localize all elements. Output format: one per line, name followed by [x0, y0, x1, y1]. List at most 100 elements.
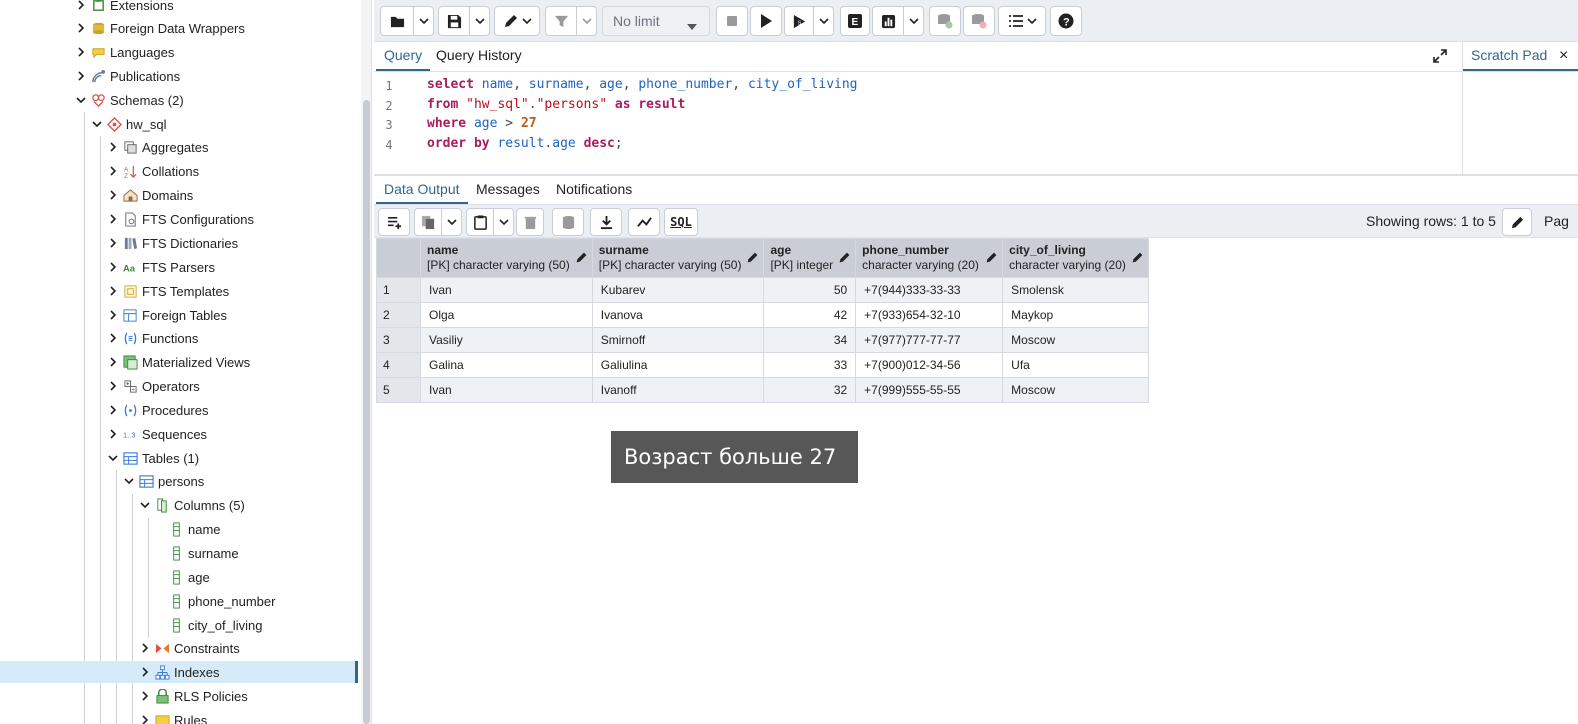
chevron-right-icon[interactable] [106, 375, 120, 397]
table-row[interactable]: 5 Ivan Ivanoff 32 +7(999)555-55-55 Mosco… [376, 377, 1150, 403]
tree-item-constraints[interactable]: Constraints [0, 637, 358, 659]
tab-query-history[interactable]: Query History [428, 42, 530, 71]
cell-name[interactable]: Ivan [420, 377, 593, 403]
filter-icon[interactable] [546, 7, 576, 35]
explain-analyze-button[interactable] [872, 6, 924, 36]
cell-phone-number[interactable]: +7(900)012-34-56 [855, 352, 1004, 378]
sql-editor[interactable]: 1 2 3 4 select name, surname, age, phone… [374, 72, 1462, 174]
column-header-name[interactable]: name [PK] character varying (50) [420, 238, 593, 278]
macros-button[interactable] [998, 6, 1046, 36]
tree-item-rls-policies[interactable]: RLS Policies [0, 685, 358, 707]
column-header-city-of-living[interactable]: city_of_living character varying (20) [1002, 238, 1150, 278]
scrollbar-thumb[interactable] [363, 100, 370, 724]
cell-city-of-living[interactable]: Moscow [1002, 377, 1150, 403]
delete-button[interactable] [516, 208, 544, 236]
row-number[interactable]: 1 [376, 277, 421, 303]
column-header-surname[interactable]: surname [PK] character varying (50) [591, 238, 765, 278]
tab-scratch-pad[interactable]: Scratch Pad × [1463, 42, 1578, 71]
tree-item-procedures[interactable]: Procedures [0, 399, 358, 421]
explain-analyze-icon[interactable] [873, 7, 903, 35]
tree-item-fts-templates[interactable]: FTS Templates [0, 280, 358, 302]
pencil-icon[interactable] [1131, 251, 1144, 264]
chevron-right-icon[interactable] [106, 232, 120, 254]
tree-item-column-age[interactable]: age [0, 566, 358, 588]
cell-city-of-living[interactable]: Maykop [1002, 302, 1150, 328]
chevron-right-icon[interactable] [106, 399, 120, 421]
cell-surname[interactable]: Kubarev [591, 277, 765, 303]
pencil-icon[interactable] [746, 251, 759, 264]
scratch-pad-textarea[interactable] [1462, 72, 1578, 174]
tree-item-columns[interactable]: Columns (5) [0, 494, 358, 516]
chevron-down-icon[interactable] [122, 470, 136, 492]
tree-item-operators[interactable]: Operators [0, 375, 358, 397]
help-button[interactable]: ? [1050, 6, 1082, 36]
copy-icon[interactable] [415, 209, 441, 235]
commit-button[interactable] [929, 6, 961, 36]
tree-item-column-phone-number[interactable]: phone_number [0, 590, 358, 612]
filter-button[interactable] [545, 6, 597, 36]
chevron-right-icon[interactable] [106, 351, 120, 373]
tree-item-column-city-of-living[interactable]: city_of_living [0, 614, 358, 636]
column-header-phone-number[interactable]: phone_number character varying (20) [855, 238, 1004, 278]
cell-city-of-living[interactable]: Moscow [1002, 327, 1150, 353]
tree-item-functions[interactable]: Functions [0, 327, 358, 349]
tab-query[interactable]: Query [376, 42, 431, 71]
cell-name[interactable]: Ivan [420, 277, 593, 303]
chevron-down-icon[interactable] [413, 7, 433, 35]
cell-name[interactable]: Vasiliy [420, 327, 593, 353]
chevron-right-icon[interactable] [138, 709, 152, 724]
tree-item-schemas[interactable]: Schemas (2) [0, 89, 358, 111]
edit-button[interactable] [494, 6, 540, 36]
execute-options-button[interactable]: S [784, 6, 834, 36]
chevron-right-icon[interactable] [106, 208, 120, 230]
tree-item-aggregates[interactable]: Aggregates [0, 136, 358, 158]
row-limit-select[interactable]: No limit [602, 6, 710, 36]
chevron-right-icon[interactable] [74, 0, 88, 16]
chevron-down-icon[interactable] [903, 7, 923, 35]
tree-item-fts-configurations[interactable]: FTS Configurations [0, 208, 358, 230]
tab-notifications[interactable]: Notifications [548, 176, 640, 204]
table-row[interactable]: 2 Olga Ivanova 42 +7(933)654-32-10 Mayko… [376, 302, 1150, 328]
chevron-right-icon[interactable] [106, 423, 120, 445]
expand-icon[interactable] [1432, 48, 1448, 64]
chevron-down-icon[interactable] [106, 447, 120, 469]
row-number[interactable]: 3 [376, 327, 421, 353]
rollback-button[interactable] [963, 6, 995, 36]
close-icon[interactable]: × [1559, 42, 1568, 69]
cell-age[interactable]: 42 [763, 302, 857, 328]
copy-button[interactable] [414, 208, 462, 236]
chevron-right-icon[interactable] [74, 17, 88, 39]
add-row-button[interactable] [378, 208, 410, 236]
cell-phone-number[interactable]: +7(999)555-55-55 [855, 377, 1004, 403]
cell-phone-number[interactable]: +7(944)333-33-33 [855, 277, 1004, 303]
cell-name[interactable]: Olga [420, 302, 593, 328]
cell-age[interactable]: 50 [763, 277, 857, 303]
cell-surname[interactable]: Ivanoff [591, 377, 765, 403]
row-number[interactable]: 4 [376, 352, 421, 378]
tab-data-output[interactable]: Data Output [376, 176, 468, 204]
tree-item-tables[interactable]: Tables (1) [0, 447, 358, 469]
tree-item-column-name[interactable]: name [0, 518, 358, 540]
tree-item-fts-dictionaries[interactable]: FTS Dictionaries [0, 232, 358, 254]
chevron-right-icon[interactable] [138, 685, 152, 707]
row-number[interactable]: 2 [376, 302, 421, 328]
download-button[interactable] [590, 208, 622, 236]
tree-item-rules[interactable]: Rules [0, 709, 358, 724]
cell-phone-number[interactable]: +7(977)777-77-77 [855, 327, 1004, 353]
chevron-right-icon[interactable] [74, 65, 88, 87]
column-header-age[interactable]: age [PK] integer [763, 238, 857, 278]
cell-surname[interactable]: Galiulina [591, 352, 765, 378]
cell-name[interactable]: Galina [420, 352, 593, 378]
table-row[interactable]: 4 Galina Galiulina 33 +7(900)012-34-56 U… [376, 352, 1150, 378]
paste-icon[interactable] [467, 209, 493, 235]
cell-city-of-living[interactable]: Smolensk [1002, 277, 1150, 303]
chevron-down-icon[interactable] [74, 89, 88, 111]
chevron-right-icon[interactable] [106, 304, 120, 326]
tree-item-foreign-tables[interactable]: Foreign Tables [0, 304, 358, 326]
chevron-right-icon[interactable] [106, 136, 120, 158]
chevron-right-icon[interactable] [106, 327, 120, 349]
chevron-down-icon[interactable] [469, 7, 489, 35]
paste-button[interactable] [466, 208, 514, 236]
cell-phone-number[interactable]: +7(933)654-32-10 [855, 302, 1004, 328]
tree-item-publications[interactable]: Publications [0, 65, 358, 87]
